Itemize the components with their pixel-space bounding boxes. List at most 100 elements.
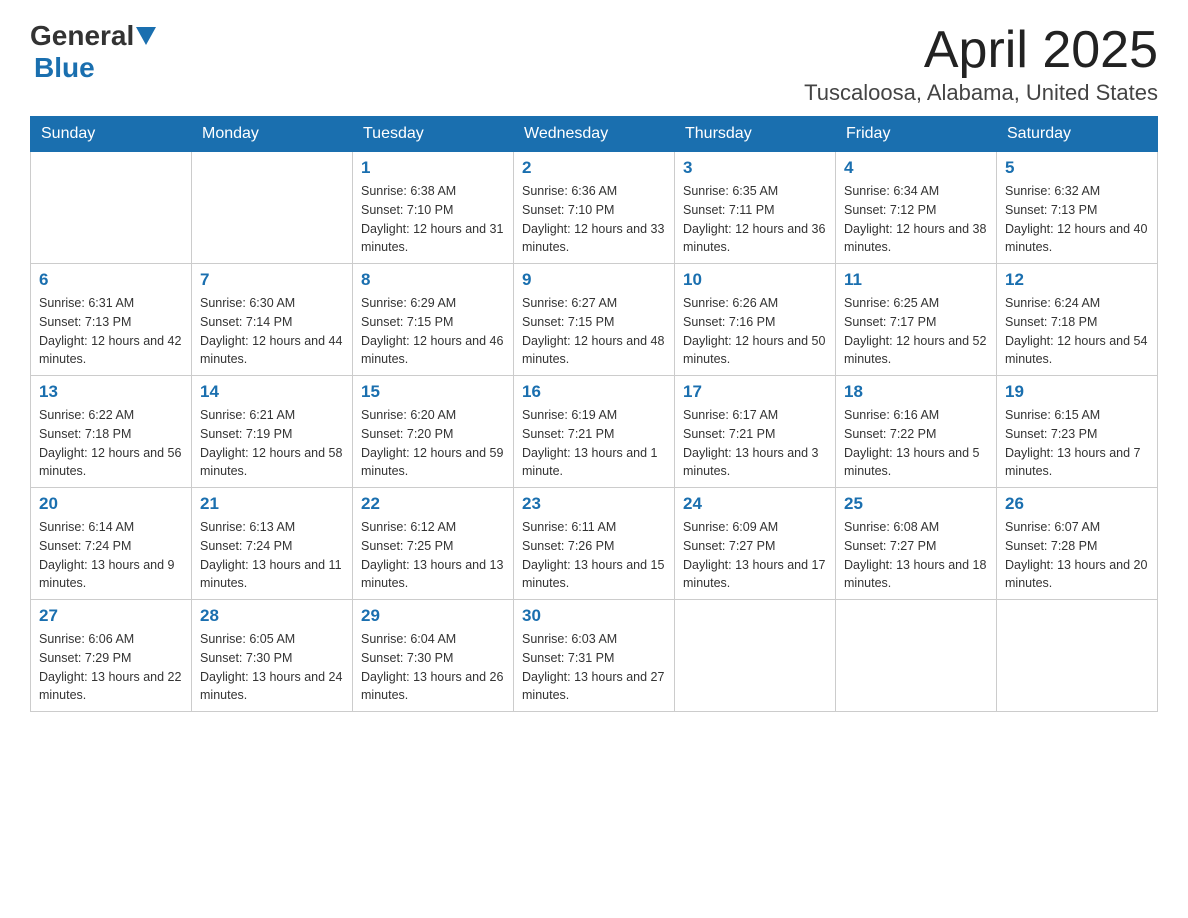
day-info: Sunrise: 6:36 AMSunset: 7:10 PMDaylight:… xyxy=(522,182,666,257)
day-info: Sunrise: 6:35 AMSunset: 7:11 PMDaylight:… xyxy=(683,182,827,257)
calendar-cell: 30 Sunrise: 6:03 AMSunset: 7:31 PMDayligh… xyxy=(514,600,675,712)
calendar-cell: 5 Sunrise: 6:32 AMSunset: 7:13 PMDaylight… xyxy=(997,152,1158,264)
day-info: Sunrise: 6:30 AMSunset: 7:14 PMDaylight:… xyxy=(200,294,344,369)
day-info: Sunrise: 6:12 AMSunset: 7:25 PMDaylight:… xyxy=(361,518,505,593)
calendar-cell: 7 Sunrise: 6:30 AMSunset: 7:14 PMDaylight… xyxy=(192,264,353,376)
calendar-cell: 10 Sunrise: 6:26 AMSunset: 7:16 PMDayligh… xyxy=(675,264,836,376)
day-info: Sunrise: 6:22 AMSunset: 7:18 PMDaylight:… xyxy=(39,406,183,481)
day-number: 25 xyxy=(844,494,988,514)
calendar-week-row: 1 Sunrise: 6:38 AMSunset: 7:10 PMDaylight… xyxy=(31,152,1158,264)
day-info: Sunrise: 6:09 AMSunset: 7:27 PMDaylight:… xyxy=(683,518,827,593)
calendar-table: SundayMondayTuesdayWednesdayThursdayFrid… xyxy=(30,116,1158,712)
calendar-day-header: Saturday xyxy=(997,117,1158,152)
calendar-cell xyxy=(997,600,1158,712)
day-number: 28 xyxy=(200,606,344,626)
day-number: 20 xyxy=(39,494,183,514)
calendar-cell: 2Sunrise: 6:36 AMSunset: 7:10 PMDaylight… xyxy=(514,152,675,264)
day-number: 16 xyxy=(522,382,666,402)
calendar-cell: 18 Sunrise: 6:16 AMSunset: 7:22 PMDayligh… xyxy=(836,376,997,488)
calendar-day-header: Monday xyxy=(192,117,353,152)
day-info: Sunrise: 6:25 AMSunset: 7:17 PMDaylight:… xyxy=(844,294,988,369)
calendar-cell: 23 Sunrise: 6:11 AMSunset: 7:26 PMDayligh… xyxy=(514,488,675,600)
day-number: 1 xyxy=(361,158,505,178)
calendar-cell: 21Sunrise: 6:13 AMSunset: 7:24 PMDayligh… xyxy=(192,488,353,600)
calendar-day-header: Sunday xyxy=(31,117,192,152)
day-info: Sunrise: 6:38 AMSunset: 7:10 PMDaylight:… xyxy=(361,182,505,257)
calendar-cell xyxy=(675,600,836,712)
calendar-day-header: Thursday xyxy=(675,117,836,152)
day-number: 10 xyxy=(683,270,827,290)
calendar-cell: 17Sunrise: 6:17 AMSunset: 7:21 PMDayligh… xyxy=(675,376,836,488)
day-info: Sunrise: 6:20 AMSunset: 7:20 PMDaylight:… xyxy=(361,406,505,481)
day-number: 29 xyxy=(361,606,505,626)
logo-general-text: General xyxy=(30,20,134,52)
calendar-header: SundayMondayTuesdayWednesdayThursdayFrid… xyxy=(31,117,1158,152)
calendar-week-row: 6 Sunrise: 6:31 AMSunset: 7:13 PMDaylight… xyxy=(31,264,1158,376)
calendar-cell: 28Sunrise: 6:05 AMSunset: 7:30 PMDayligh… xyxy=(192,600,353,712)
day-info: Sunrise: 6:16 AMSunset: 7:22 PMDaylight:… xyxy=(844,406,988,481)
day-info: Sunrise: 6:14 AMSunset: 7:24 PMDaylight:… xyxy=(39,518,183,593)
page-header: General Blue April 2025 Tuscaloosa, Alab… xyxy=(30,20,1158,106)
calendar-cell: 15 Sunrise: 6:20 AMSunset: 7:20 PMDayligh… xyxy=(353,376,514,488)
calendar-week-row: 20 Sunrise: 6:14 AMSunset: 7:24 PMDayligh… xyxy=(31,488,1158,600)
calendar-cell: 8Sunrise: 6:29 AMSunset: 7:15 PMDaylight… xyxy=(353,264,514,376)
day-number: 27 xyxy=(39,606,183,626)
day-number: 19 xyxy=(1005,382,1149,402)
calendar-cell: 1 Sunrise: 6:38 AMSunset: 7:10 PMDaylight… xyxy=(353,152,514,264)
calendar-day-header: Friday xyxy=(836,117,997,152)
calendar-day-header: Tuesday xyxy=(353,117,514,152)
calendar-cell: 11Sunrise: 6:25 AMSunset: 7:17 PMDayligh… xyxy=(836,264,997,376)
day-number: 7 xyxy=(200,270,344,290)
calendar-day-header: Wednesday xyxy=(514,117,675,152)
day-info: Sunrise: 6:34 AMSunset: 7:12 PMDaylight:… xyxy=(844,182,988,257)
day-number: 24 xyxy=(683,494,827,514)
day-number: 23 xyxy=(522,494,666,514)
day-info: Sunrise: 6:32 AMSunset: 7:13 PMDaylight:… xyxy=(1005,182,1149,257)
calendar-cell: 24 Sunrise: 6:09 AMSunset: 7:27 PMDayligh… xyxy=(675,488,836,600)
day-info: Sunrise: 6:11 AMSunset: 7:26 PMDaylight:… xyxy=(522,518,666,593)
day-info: Sunrise: 6:08 AMSunset: 7:27 PMDaylight:… xyxy=(844,518,988,593)
calendar-cell: 19Sunrise: 6:15 AMSunset: 7:23 PMDayligh… xyxy=(997,376,1158,488)
calendar-cell: 14Sunrise: 6:21 AMSunset: 7:19 PMDayligh… xyxy=(192,376,353,488)
day-number: 4 xyxy=(844,158,988,178)
page-title: April 2025 xyxy=(804,20,1158,80)
calendar-cell xyxy=(836,600,997,712)
day-number: 5 xyxy=(1005,158,1149,178)
day-number: 22 xyxy=(361,494,505,514)
day-info: Sunrise: 6:07 AMSunset: 7:28 PMDaylight:… xyxy=(1005,518,1149,593)
day-number: 30 xyxy=(522,606,666,626)
day-info: Sunrise: 6:31 AMSunset: 7:13 PMDaylight:… xyxy=(39,294,183,369)
day-number: 18 xyxy=(844,382,988,402)
calendar-cell: 22 Sunrise: 6:12 AMSunset: 7:25 PMDayligh… xyxy=(353,488,514,600)
day-info: Sunrise: 6:17 AMSunset: 7:21 PMDaylight:… xyxy=(683,406,827,481)
day-number: 26 xyxy=(1005,494,1149,514)
day-number: 12 xyxy=(1005,270,1149,290)
day-info: Sunrise: 6:27 AMSunset: 7:15 PMDaylight:… xyxy=(522,294,666,369)
calendar-cell xyxy=(31,152,192,264)
calendar-cell: 27Sunrise: 6:06 AMSunset: 7:29 PMDayligh… xyxy=(31,600,192,712)
day-number: 6 xyxy=(39,270,183,290)
day-info: Sunrise: 6:03 AMSunset: 7:31 PMDaylight:… xyxy=(522,630,666,705)
day-number: 14 xyxy=(200,382,344,402)
day-info: Sunrise: 6:04 AMSunset: 7:30 PMDaylight:… xyxy=(361,630,505,705)
calendar-cell: 20 Sunrise: 6:14 AMSunset: 7:24 PMDayligh… xyxy=(31,488,192,600)
day-number: 3 xyxy=(683,158,827,178)
calendar-cell: 6 Sunrise: 6:31 AMSunset: 7:13 PMDaylight… xyxy=(31,264,192,376)
day-info: Sunrise: 6:24 AMSunset: 7:18 PMDaylight:… xyxy=(1005,294,1149,369)
day-number: 21 xyxy=(200,494,344,514)
calendar-cell: 12 Sunrise: 6:24 AMSunset: 7:18 PMDayligh… xyxy=(997,264,1158,376)
calendar-cell: 9Sunrise: 6:27 AMSunset: 7:15 PMDaylight… xyxy=(514,264,675,376)
logo-blue-text: Blue xyxy=(34,52,95,84)
calendar-cell: 26 Sunrise: 6:07 AMSunset: 7:28 PMDayligh… xyxy=(997,488,1158,600)
calendar-cell: 4 Sunrise: 6:34 AMSunset: 7:12 PMDaylight… xyxy=(836,152,997,264)
logo-triangle-icon xyxy=(136,27,156,47)
calendar-cell: 29 Sunrise: 6:04 AMSunset: 7:30 PMDayligh… xyxy=(353,600,514,712)
calendar-week-row: 13Sunrise: 6:22 AMSunset: 7:18 PMDayligh… xyxy=(31,376,1158,488)
calendar-cell xyxy=(192,152,353,264)
day-number: 15 xyxy=(361,382,505,402)
day-info: Sunrise: 6:26 AMSunset: 7:16 PMDaylight:… xyxy=(683,294,827,369)
title-block: April 2025 Tuscaloosa, Alabama, United S… xyxy=(804,20,1158,106)
calendar-cell: 25 Sunrise: 6:08 AMSunset: 7:27 PMDayligh… xyxy=(836,488,997,600)
day-info: Sunrise: 6:19 AMSunset: 7:21 PMDaylight:… xyxy=(522,406,666,481)
logo: General Blue xyxy=(30,20,156,84)
